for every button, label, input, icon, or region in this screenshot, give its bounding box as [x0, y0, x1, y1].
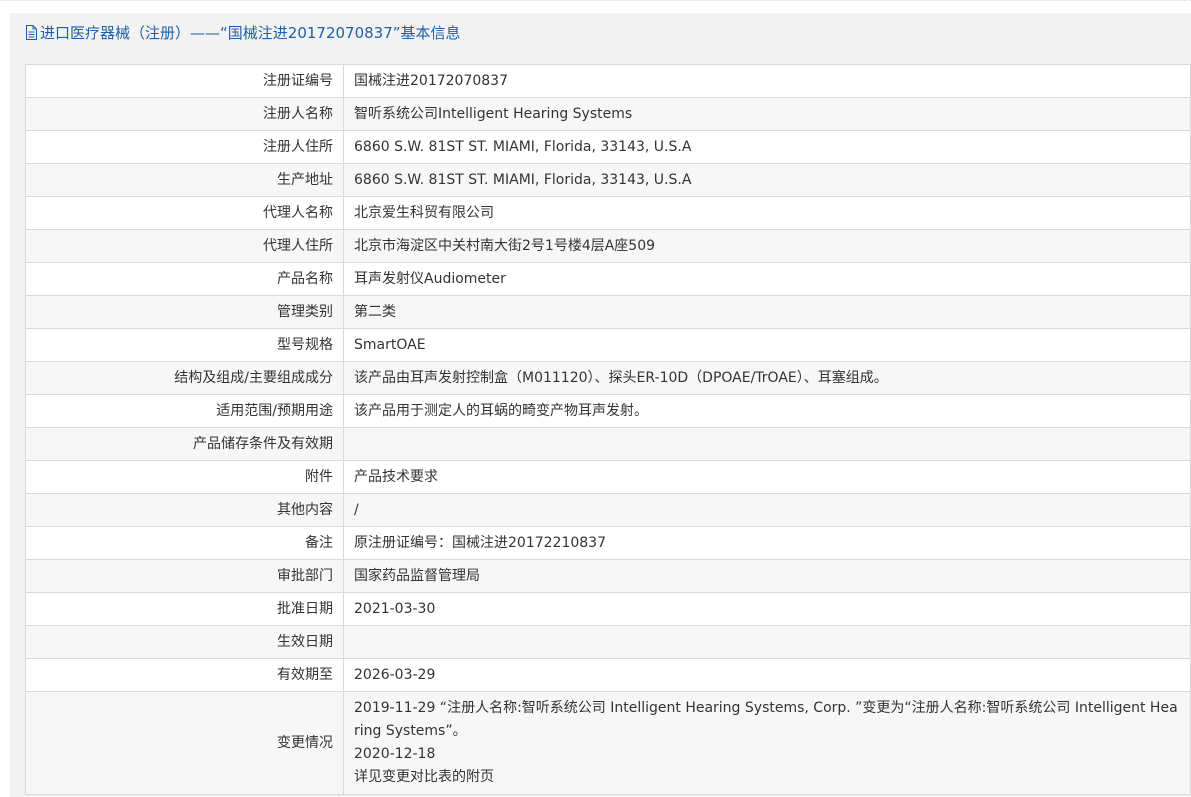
row-value: 北京市海淀区中关村南大街2号1号楼4层A座509 [343, 229, 1191, 263]
row-value: 2026-03-29 [343, 658, 1191, 692]
table-row: 批准日期 2021-03-30 [25, 592, 1191, 626]
change-entry: 2019-11-29 “注册人名称:智听系统公司 Intelligent Hea… [354, 700, 1178, 739]
row-label: 代理人住所 [25, 229, 344, 263]
row-label: 变更情况 [25, 691, 344, 795]
info-table: 注册证编号 国械注进20172070837 注册人名称 智听系统公司Intellige… [25, 64, 1191, 795]
table-row: 有效期至 2026-03-29 [25, 658, 1191, 692]
row-value: 第二类 [343, 295, 1191, 329]
table-row: 其他内容 / [25, 493, 1191, 527]
row-label: 批准日期 [25, 592, 344, 626]
row-value: 国械注进20172070837 [343, 64, 1191, 98]
info-table-body: 注册证编号 国械注进20172070837 注册人名称 智听系统公司Intellige… [25, 64, 1191, 795]
row-label: 生产地址 [25, 163, 344, 197]
top-dotted-border [0, 0, 1191, 12]
row-value: 耳声发射仪Audiometer [343, 262, 1191, 296]
table-row: 注册人住所 6860 S.W. 81ST ST. MIAMI, Florida, … [25, 130, 1191, 164]
table-row: 结构及组成/主要组成成分 该产品由耳声发射控制盒（M011120）、探头ER-10… [25, 361, 1191, 395]
row-label: 生效日期 [25, 625, 344, 659]
row-label: 适用范围/预期用途 [25, 394, 344, 428]
table-row: 产品储存条件及有效期 [25, 427, 1191, 461]
row-value [343, 625, 1191, 659]
table-row: 审批部门 国家药品监督管理局 [25, 559, 1191, 593]
table-row: 适用范围/预期用途 该产品用于测定人的耳蜗的畸变产物耳声发射。 [25, 394, 1191, 428]
change-entry: 2020-12-18 [354, 746, 436, 762]
row-value: 原注册证编号：国械注进20172210837 [343, 526, 1191, 560]
table-row: 代理人住所 北京市海淀区中关村南大街2号1号楼4层A座509 [25, 229, 1191, 263]
row-label: 管理类别 [25, 295, 344, 329]
row-label: 产品储存条件及有效期 [25, 427, 344, 461]
document-icon [26, 24, 37, 40]
panel-header: 进口医疗器械（注册）——“国械注进20172070837”基本信息 [10, 13, 1191, 51]
table-row: 注册人名称 智听系统公司Intelligent Hearing Systems [25, 97, 1191, 131]
row-label: 有效期至 [25, 658, 344, 692]
detail-panel: 进口医疗器械（注册）——“国械注进20172070837”基本信息 注册证编号国… [10, 13, 1191, 797]
table-row: 备注 原注册证编号：国械注进20172210837 [25, 526, 1191, 560]
change-history: 2019-11-29 “注册人名称:智听系统公司 Intelligent Hea… [343, 691, 1191, 795]
row-value: SmartOAE [343, 328, 1191, 362]
table-row: 代理人名称 北京爱生科贸有限公司 [25, 196, 1191, 230]
row-label: 审批部门 [25, 559, 344, 593]
row-value: 智听系统公司Intelligent Hearing Systems [343, 97, 1191, 131]
page-title: 进口医疗器械（注册）——“国械注进20172070837”基本信息 [40, 23, 461, 42]
table-row-changes: 变更情况 2019-11-29 “注册人名称:智听系统公司 Intelligent… [25, 691, 1191, 795]
row-value: / [343, 493, 1191, 527]
table-row: 附件 产品技术要求 [25, 460, 1191, 494]
row-value: 该产品由耳声发射控制盒（M011120）、探头ER-10D（DPOAE/TrOA… [343, 361, 1191, 395]
row-label: 代理人名称 [25, 196, 344, 230]
row-label: 备注 [25, 526, 344, 560]
row-label: 注册人名称 [25, 97, 344, 131]
change-entry: 详见变更对比表的附页 [354, 769, 494, 785]
row-value: 6860 S.W. 81ST ST. MIAMI, Florida, 33143… [343, 163, 1191, 197]
row-label: 型号规格 [25, 328, 344, 362]
table-row: 生效日期 [25, 625, 1191, 659]
table-row: 管理类别 第二类 [25, 295, 1191, 329]
table-row: 生产地址 6860 S.W. 81ST ST. MIAMI, Florida, 3… [25, 163, 1191, 197]
table-row: 型号规格 SmartOAE [25, 328, 1191, 362]
row-value: 国家药品监督管理局 [343, 559, 1191, 593]
table-row: 注册证编号 国械注进20172070837 [25, 64, 1191, 98]
row-label: 注册人住所 [25, 130, 344, 164]
row-value: 该产品用于测定人的耳蜗的畸变产物耳声发射。 [343, 394, 1191, 428]
row-value: 产品技术要求 [343, 460, 1191, 494]
row-value: 北京爱生科贸有限公司 [343, 196, 1191, 230]
row-label: 注册证编号 [25, 64, 344, 98]
row-label: 产品名称 [25, 262, 344, 296]
row-value [343, 427, 1191, 461]
row-label: 附件 [25, 460, 344, 494]
table-row: 产品名称 耳声发射仪Audiometer [25, 262, 1191, 296]
row-label: 其他内容 [25, 493, 344, 527]
row-value: 6860 S.W. 81ST ST. MIAMI, Florida, 33143… [343, 130, 1191, 164]
row-value: 2021-03-30 [343, 592, 1191, 626]
row-label: 结构及组成/主要组成成分 [25, 361, 344, 395]
